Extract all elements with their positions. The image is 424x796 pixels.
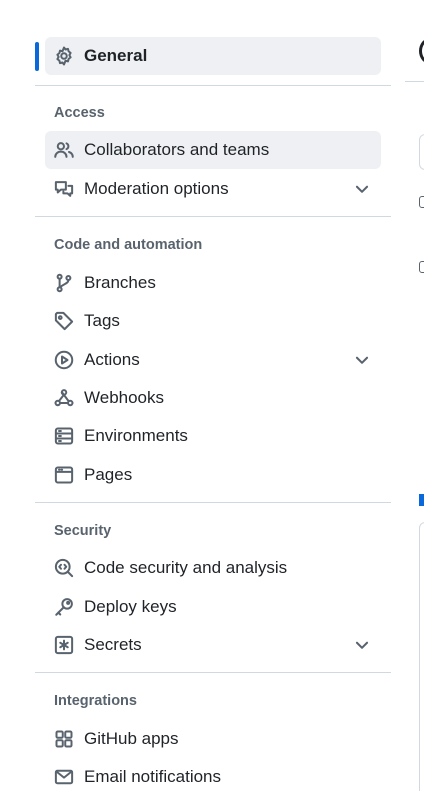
divider — [405, 81, 424, 82]
chevron-down-icon[interactable] — [353, 351, 371, 369]
checkbox[interactable] — [419, 196, 424, 208]
comment-discussion-icon — [54, 179, 74, 199]
sidebar-item-deploy-keys[interactable]: Deploy keys — [45, 588, 381, 626]
sidebar-item-webhooks[interactable]: Webhooks — [45, 379, 381, 417]
sidebar-item-label: Moderation options — [84, 179, 229, 198]
panel-fragment — [419, 522, 424, 791]
section-heading-access: Access — [54, 105, 105, 121]
sidebar-item-moderation-options[interactable]: Moderation options — [45, 170, 381, 208]
divider — [35, 502, 391, 503]
checkbox[interactable] — [419, 261, 424, 273]
sidebar-item-branches[interactable]: Branches — [45, 264, 381, 302]
sidebar-item-label: Pages — [84, 465, 133, 484]
input-fragment[interactable] — [419, 134, 424, 170]
apps-icon — [54, 729, 74, 749]
sidebar-item-collaborators[interactable]: Collaborators and teams — [45, 131, 381, 169]
webhook-icon — [54, 388, 74, 408]
sidebar-item-label: Tags — [84, 311, 120, 330]
sidebar-item-github-apps[interactable]: GitHub apps — [45, 720, 381, 758]
sidebar-item-general[interactable]: General — [45, 37, 381, 75]
people-icon — [54, 140, 74, 160]
sidebar-item-label: Deploy keys — [84, 597, 177, 616]
sidebar-item-code-security[interactable]: Code security and analysis — [45, 549, 381, 587]
sidebar-item-label: Email notifications — [84, 767, 222, 786]
gear-icon — [54, 46, 74, 66]
main-content-clipped: ​ — [405, 0, 424, 791]
page-title-fragment — [419, 38, 424, 64]
browser-icon — [54, 465, 74, 485]
tag-icon — [54, 311, 74, 331]
sidebar-item-label: Branches — [84, 273, 156, 292]
section-heading-code-and-automation: Code and automation — [54, 237, 203, 253]
divider — [35, 85, 391, 86]
link-fragment[interactable] — [419, 494, 424, 506]
key-asterisk-icon — [54, 635, 74, 655]
sidebar-item-label: Environments — [84, 426, 188, 445]
sidebar-item-tags[interactable]: Tags — [45, 302, 381, 340]
section-heading-integrations: Integrations — [54, 693, 137, 709]
sidebar-item-email-notifications[interactable]: Email notifications — [45, 758, 381, 796]
active-indicator — [35, 42, 39, 71]
key-icon — [54, 597, 74, 617]
divider — [35, 672, 391, 673]
sidebar-item-label: Code security and analysis — [84, 558, 288, 577]
mail-icon — [54, 767, 74, 787]
sidebar-item-label: Actions — [84, 350, 140, 369]
sidebar-item-label: General — [84, 46, 148, 65]
sidebar-item-label: GitHub apps — [84, 729, 179, 748]
git-branch-icon — [54, 273, 74, 293]
sidebar-item-environments[interactable]: Environments — [45, 417, 381, 455]
play-icon — [54, 350, 74, 370]
sidebar-item-secrets[interactable]: Secrets — [45, 626, 381, 664]
server-icon — [54, 426, 74, 446]
sidebar-item-label: Secrets — [84, 635, 142, 654]
sidebar-item-pages[interactable]: Pages — [45, 456, 381, 494]
chevron-down-icon[interactable] — [353, 636, 371, 654]
divider — [35, 216, 391, 217]
sidebar-item-label: Collaborators and teams — [84, 140, 270, 159]
sidebar-item-actions[interactable]: Actions — [45, 341, 381, 379]
section-heading-security: Security — [54, 523, 112, 539]
sidebar-item-label: Webhooks — [84, 388, 165, 407]
chevron-down-icon[interactable] — [353, 180, 371, 198]
codescan-icon — [54, 558, 74, 578]
